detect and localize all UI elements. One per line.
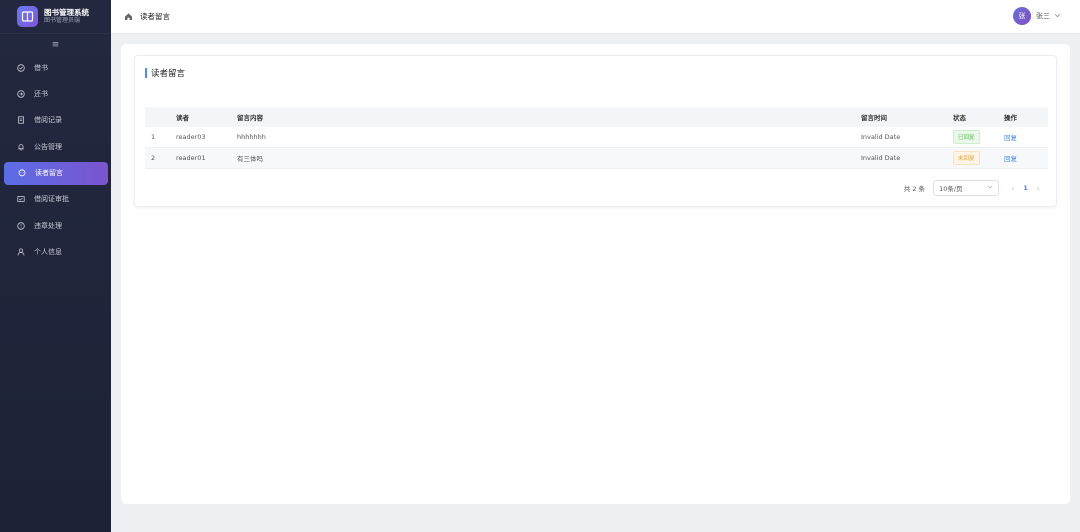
row-content: 有三体吗 xyxy=(237,155,263,163)
document-icon xyxy=(16,116,25,125)
sidebar-item-label: 还书 xyxy=(34,89,48,98)
table-row: 2 reader01 有三体吗 Invalid Date 未回复 回复 xyxy=(145,148,1048,169)
sidebar-item-label: 公告管理 xyxy=(34,142,62,151)
sidebar-item-return[interactable]: 还书 xyxy=(3,82,108,105)
chat-icon xyxy=(17,169,26,178)
row-time: Invalid Date xyxy=(861,133,901,141)
check-circle-icon xyxy=(16,63,25,72)
menu-icon[interactable]: ≡ xyxy=(0,34,111,56)
status-badge: 已回复 xyxy=(953,130,980,144)
card-icon xyxy=(16,195,25,204)
prev-page-icon[interactable]: ‹ xyxy=(1011,184,1014,193)
warning-icon xyxy=(16,221,25,230)
row-reader: reader03 xyxy=(176,133,206,141)
brand-title: 图书管理系统 xyxy=(44,8,89,17)
sidebar-item-card-approval[interactable]: 借阅证审批 xyxy=(3,188,108,211)
bell-icon xyxy=(16,142,25,151)
messages-table: 读者 留言内容 留言时间 状态 操作 1 reader03 hhhhhhh In… xyxy=(145,107,1048,169)
table-row: 1 reader03 hhhhhhh Invalid Date 已回复 回复 xyxy=(145,127,1048,148)
sidebar-item-label: 借阅证审批 xyxy=(34,195,69,204)
card-title: 读者留言 xyxy=(145,67,185,79)
card-title-text: 读者留言 xyxy=(151,69,186,79)
sidebar-item-borrow[interactable]: 借书 xyxy=(3,56,108,79)
brand: 图书管理系统 图书管理员端 xyxy=(0,0,111,34)
book-logo-icon xyxy=(17,6,38,27)
row-index: 2 xyxy=(151,154,156,162)
breadcrumb-current: 读者留言 xyxy=(140,12,170,21)
status-badge: 未回复 xyxy=(953,151,980,165)
sidebar-item-violations[interactable]: 违章处理 xyxy=(3,214,108,237)
page-size-select[interactable]: 10条/页 xyxy=(933,180,1000,196)
main-panel: 读者留言 读者 留言内容 留言时间 状态 操作 1 reader03 hhhhh… xyxy=(121,44,1070,504)
username[interactable]: 张三 xyxy=(1036,11,1050,21)
column-header-time: 留言时间 xyxy=(861,114,887,122)
user-icon xyxy=(16,248,25,257)
reply-link[interactable]: 回复 xyxy=(1004,134,1017,142)
brand-subtitle: 图书管理员端 xyxy=(44,17,81,24)
sidebar-menu: 借书 还书 借阅记录 公告管理 读者留言 借阅证审批 违章处理 个人信息 xyxy=(0,56,111,264)
row-time: Invalid Date xyxy=(861,154,901,162)
sidebar-item-label: 借阅记录 xyxy=(34,116,62,125)
sidebar-item-announcements[interactable]: 公告管理 xyxy=(3,135,108,158)
sidebar-item-reader-messages[interactable]: 读者留言 xyxy=(4,161,108,185)
reply-link[interactable]: 回复 xyxy=(1004,155,1017,163)
sidebar-item-label: 个人信息 xyxy=(34,248,62,257)
sidebar-item-label: 借书 xyxy=(34,63,48,72)
chevron-down-icon[interactable] xyxy=(1054,12,1061,21)
row-index: 1 xyxy=(151,133,156,141)
title-accent-bar xyxy=(145,68,147,78)
column-header-status: 状态 xyxy=(953,114,966,122)
user-menu[interactable]: 张 张三 xyxy=(1013,7,1061,25)
table-header: 读者 留言内容 留言时间 状态 操作 xyxy=(145,107,1048,127)
home-icon[interactable] xyxy=(124,12,133,21)
sidebar: 图书管理系统 图书管理员端 ≡ 借书 还书 借阅记录 公告管理 读者留言 借阅证… xyxy=(0,0,111,532)
sidebar-item-label: 读者留言 xyxy=(35,169,63,178)
column-header-reader: 读者 xyxy=(176,114,189,122)
sidebar-item-label: 违章处理 xyxy=(34,221,62,230)
column-header-content: 留言内容 xyxy=(237,114,263,122)
sidebar-item-borrow-records[interactable]: 借阅记录 xyxy=(3,109,108,132)
avatar[interactable]: 张 xyxy=(1013,7,1031,25)
pagination-total: 共 2 条 xyxy=(903,185,926,193)
next-page-icon[interactable]: › xyxy=(1037,184,1040,193)
row-reader: reader01 xyxy=(176,154,206,162)
page-size-value: 10条/页 xyxy=(939,185,963,193)
breadcrumb: 读者留言 xyxy=(111,11,170,22)
row-content: hhhhhhh xyxy=(237,133,266,141)
page-number[interactable]: 1 xyxy=(1023,184,1028,192)
pagination: 共 2 条 10条/页 ‹ 1 › xyxy=(904,180,1040,196)
return-circle-icon xyxy=(16,89,25,98)
chevron-down-icon xyxy=(987,184,993,192)
messages-card: 读者留言 读者 留言内容 留言时间 状态 操作 1 reader03 hhhhh… xyxy=(134,55,1057,207)
sidebar-item-profile[interactable]: 个人信息 xyxy=(3,241,108,264)
top-header: 读者留言 张 张三 xyxy=(111,0,1080,34)
column-header-action: 操作 xyxy=(1004,114,1017,122)
